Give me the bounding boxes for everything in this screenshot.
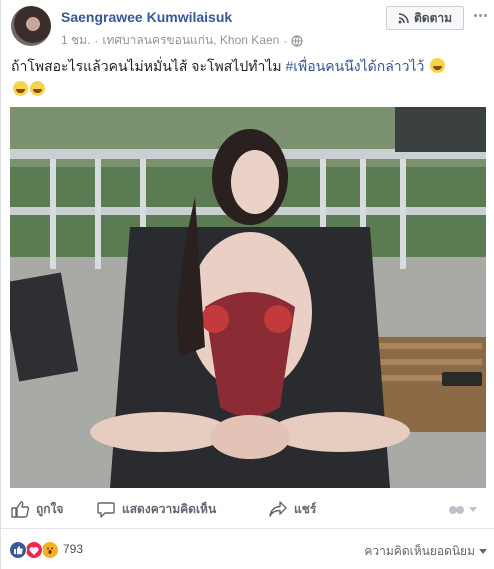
author-avatar[interactable]	[11, 6, 51, 46]
post-footer: 793 ความคิดเห็นยอดนิยม	[1, 538, 494, 562]
share-icon	[269, 501, 287, 517]
photo-illustration	[10, 107, 486, 488]
comment-button[interactable]: แสดงความคิดเห็น	[97, 496, 216, 522]
post-actions: ถูกใจ แสดงความคิดเห็น แชร์	[1, 496, 494, 522]
comment-icon	[97, 501, 115, 518]
wow-reaction-icon[interactable]	[41, 541, 59, 559]
follow-label: ติดตาม	[413, 10, 453, 25]
separator-dot: ·	[283, 33, 288, 48]
divider	[1, 528, 494, 529]
caret-down-icon	[469, 507, 477, 512]
post-location[interactable]: เทศบาลนครขอนแก่น, Khon Kaen	[102, 31, 279, 50]
post-card: Saengrawee Kumwilaisuk 1 ชม. · เทศบาลนคร…	[0, 0, 494, 569]
post-hashtag[interactable]: #เพื่อนคนนึงได้กล่าวไว้	[285, 58, 424, 74]
globe-icon[interactable]	[291, 34, 303, 47]
love-reaction-icon[interactable]	[25, 541, 43, 559]
share-label: แชร์	[294, 501, 317, 516]
sort-label: ความคิดเห็นยอดนิยม	[364, 544, 475, 558]
grinning-squint-emoji-icon	[13, 81, 28, 96]
caret-down-icon	[479, 548, 487, 554]
comment-label: แสดงความคิดเห็น	[122, 501, 217, 516]
like-reaction-icon[interactable]	[9, 541, 27, 559]
post-timestamp[interactable]: 1 ชม.	[61, 31, 90, 50]
author-name[interactable]: Saengrawee Kumwilaisuk	[61, 9, 232, 25]
post-meta: 1 ชม. · เทศบาลนครขอนแก่น, Khon Kaen ·	[61, 31, 303, 50]
post-photo[interactable]	[10, 107, 486, 488]
audience-selector[interactable]	[448, 503, 478, 517]
comment-sort-dropdown[interactable]: ความคิดเห็นยอดนิยม	[364, 542, 487, 561]
like-label: ถูกใจ	[36, 501, 64, 516]
grinning-squint-emoji-icon	[30, 81, 45, 96]
separator-dot: ·	[94, 33, 99, 48]
post-text: ถ้าโพสอะไรแล้วคนไม่หมั่นไส้ จะโพสไปทำไม …	[11, 55, 487, 101]
like-button[interactable]: ถูกใจ	[11, 496, 63, 522]
follow-button[interactable]: ติดตาม	[386, 6, 464, 30]
audience-icon	[449, 506, 464, 514]
grinning-squint-emoji-icon	[430, 58, 446, 73]
share-button[interactable]: แชร์	[269, 496, 316, 522]
more-options-icon[interactable]	[471, 8, 489, 22]
thumbs-up-icon	[11, 500, 29, 518]
reaction-count[interactable]: 793	[63, 542, 83, 556]
post-text-main: ถ้าโพสอะไรแล้วคนไม่หมั่นไส้ จะโพสไปทำไม	[11, 58, 286, 74]
rss-icon	[398, 12, 409, 23]
